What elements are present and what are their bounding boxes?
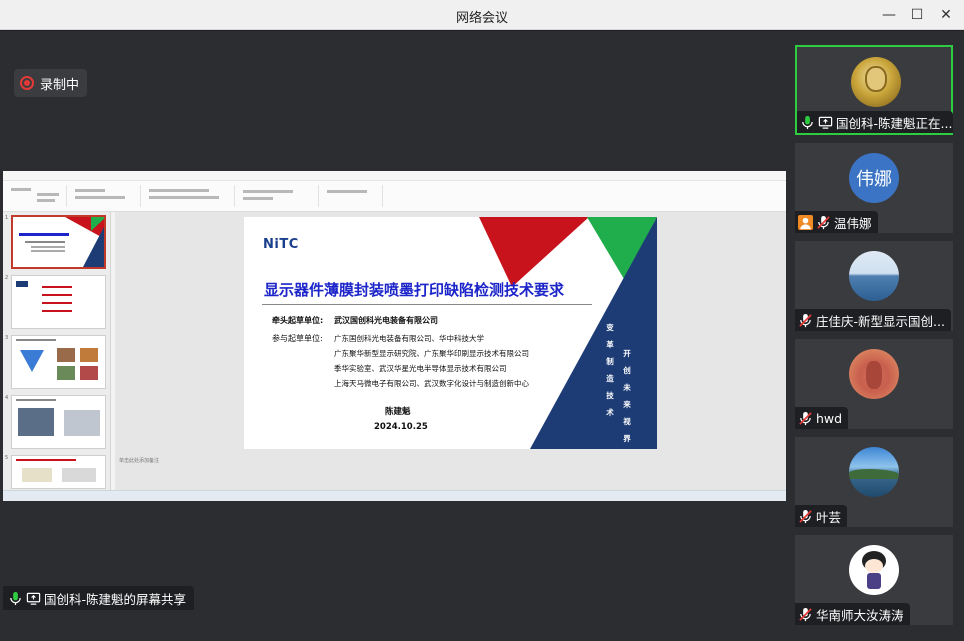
screen-share-label: 国创科-陈建魁的屏幕共享: [3, 586, 195, 610]
main-stage: 录制中 1 2 3 4 5 NiTC 显示器件薄膜封装喷墨打印缺陷检测技术要求 …: [0, 31, 787, 641]
mic-muted-icon: [798, 411, 813, 426]
participant-org-1: 广东国创科光电装备有限公司、华中科技大学: [334, 334, 484, 343]
slide-author: 陈建魁: [385, 407, 411, 417]
lead-org: 武汉国创科光电装备有限公司: [334, 316, 438, 325]
avatar: [849, 545, 899, 595]
notes-placeholder[interactable]: 单击此处添加备注: [119, 457, 159, 464]
record-icon: [20, 76, 34, 90]
red-triangle: [479, 217, 589, 287]
participant-tile[interactable]: 庄佳庆-新型显示国创...: [795, 241, 953, 331]
current-slide: NiTC 显示器件薄膜封装喷墨打印缺陷检测技术要求 牵头起草单位: 武汉国创科光…: [244, 217, 657, 449]
participant-tile[interactable]: 国创科-陈建魁正在...: [795, 45, 953, 135]
mic-on-icon: [8, 591, 23, 606]
participant-tile[interactable]: 伟娜 温伟娜: [795, 143, 953, 233]
participant-nametag: 叶芸: [795, 505, 848, 527]
participant-nametag: 庄佳庆-新型显示国创...: [795, 309, 951, 331]
recording-label: 录制中: [40, 77, 80, 93]
vertical-slogan-left: 变革制造技术: [606, 323, 614, 417]
thumbnail-slide-2[interactable]: [11, 275, 106, 329]
host-icon: [798, 214, 813, 230]
ppt-ribbon: [3, 181, 786, 212]
mic-on-icon: [800, 115, 815, 130]
recording-badge[interactable]: 录制中: [14, 69, 88, 97]
mic-muted-icon: [816, 215, 831, 230]
participant-tile[interactable]: 华南师大汝涛涛: [795, 535, 953, 625]
thumbnail-slide-1[interactable]: [11, 215, 106, 269]
mic-muted-icon: [798, 509, 813, 524]
thumbnail-slide-3[interactable]: [11, 335, 106, 389]
title-divider: [262, 304, 592, 305]
mic-muted-icon: [798, 313, 813, 328]
ppt-menubar: [3, 171, 786, 181]
avatar: [849, 349, 899, 399]
mic-muted-icon: [798, 607, 813, 622]
participant-org-4: 上海天马微电子有限公司、武汉数字化设计与制造创新中心: [334, 379, 529, 388]
vertical-slogan-right: 开创未来视界: [623, 349, 631, 443]
shared-screen[interactable]: 1 2 3 4 5 NiTC 显示器件薄膜封装喷墨打印缺陷检测技术要求 牵头起草…: [3, 171, 786, 501]
participant-nametag: 国创科-陈建魁正在...: [797, 111, 953, 133]
participants-label: 参与起草单位:: [272, 334, 323, 343]
shared-taskbar: [3, 490, 786, 501]
slide-date: 2024.10.25: [374, 422, 428, 432]
lead-label: 牵头起草单位:: [272, 316, 324, 325]
participant-org-2: 广东聚华新型显示研究院、广东聚华印刷显示技术有限公司: [334, 349, 529, 358]
thumbnail-slide-5[interactable]: [11, 455, 106, 489]
nitc-logo: NiTC: [263, 237, 299, 252]
avatar: [849, 251, 899, 301]
avatar: 伟娜: [849, 153, 899, 203]
slide-thumbnails[interactable]: 1 2 3 4 5: [3, 212, 111, 490]
participant-nametag: 温伟娜: [795, 211, 878, 233]
participant-nametag: 华南师大汝涛涛: [795, 603, 910, 625]
participant-tile[interactable]: hwd: [795, 339, 953, 429]
screen-share-icon: [818, 115, 833, 130]
avatar: [849, 447, 899, 497]
maximize-icon[interactable]: ☐: [905, 4, 929, 26]
slide-title: 显示器件薄膜封装喷墨打印缺陷检测技术要求: [264, 281, 565, 299]
participant-org-3: 季华实验室、武汉华星光电半导体显示技术有限公司: [334, 364, 507, 373]
minimize-icon[interactable]: —: [877, 4, 901, 26]
thumbnail-slide-4[interactable]: [11, 395, 106, 449]
participant-nametag: hwd: [795, 407, 849, 429]
participant-tile[interactable]: 叶芸: [795, 437, 953, 527]
screen-share-icon: [26, 591, 41, 606]
title-bar: 网络会议 — ☐ ✕: [0, 0, 964, 30]
close-icon[interactable]: ✕: [934, 4, 958, 26]
avatar: [851, 57, 901, 107]
window-title: 网络会议: [455, 11, 508, 26]
